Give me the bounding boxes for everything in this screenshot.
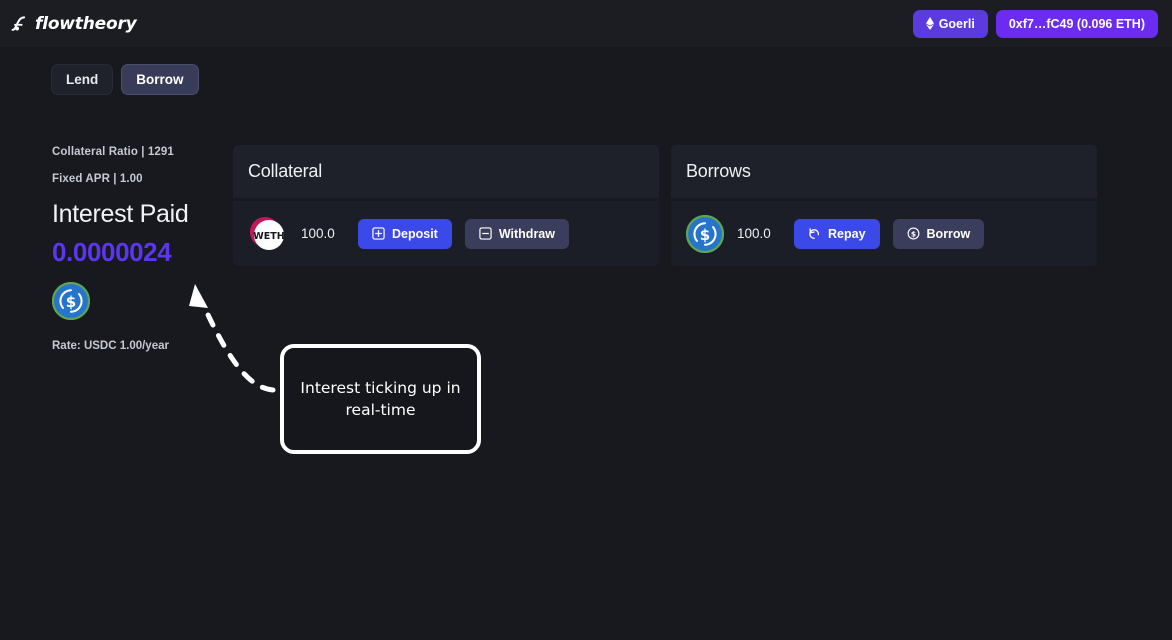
mode-tabs: Lend Borrow <box>51 64 199 95</box>
flowtheory-logo-icon <box>10 14 30 34</box>
borrows-card-header: Borrows <box>671 145 1097 198</box>
collateral-card: Collateral WETH 100.0 Deposit Withdraw <box>233 145 659 266</box>
borrows-title: Borrows <box>686 161 751 181</box>
repay-label: Repay <box>828 226 866 241</box>
tab-lend[interactable]: Lend <box>51 64 114 95</box>
network-selector-button[interactable]: Goerli <box>912 9 988 38</box>
repay-button[interactable]: Repay <box>794 218 880 249</box>
usdc-token-icon: $ <box>686 214 724 253</box>
collateral-card-header: Collateral <box>233 145 659 198</box>
top-bar-actions: Goerli 0xf7…fC49 (0.096 ETH) <box>912 9 1158 38</box>
deposit-label: Deposit <box>392 226 438 241</box>
brand-name: flowtheory <box>35 13 137 34</box>
annotation-text: Interest ticking up in real-time <box>300 378 461 419</box>
tab-borrow[interactable]: Borrow <box>121 64 199 95</box>
top-bar: flowtheory Goerli 0xf7…fC49 (0.096 ETH) <box>0 0 1172 47</box>
borrows-card: Borrows $ 100.0 Repay $ Borrow <box>671 145 1097 266</box>
network-label: Goerli <box>938 16 975 31</box>
borrow-label: Borrow <box>926 226 971 241</box>
withdraw-label: Withdraw <box>498 226 555 241</box>
collateral-title: Collateral <box>248 161 323 181</box>
fixed-apr-stat: Fixed APR | 1.00 <box>52 173 143 185</box>
borrow-button[interactable]: $ Borrow <box>892 218 985 249</box>
table-row: WETH 100.0 Deposit Withdraw <box>233 201 659 266</box>
svg-text:$: $ <box>910 230 915 239</box>
svg-text:$: $ <box>66 293 76 311</box>
usdc-token-icon: $ <box>52 282 232 320</box>
svg-text:WETH: WETH <box>253 231 284 242</box>
interest-paid-label: Interest Paid <box>52 200 189 228</box>
ethereum-diamond-icon <box>925 17 934 30</box>
deposit-button[interactable]: Deposit <box>358 218 452 249</box>
withdraw-button[interactable]: Withdraw <box>464 218 569 249</box>
svg-text:$: $ <box>700 226 710 244</box>
minus-square-icon <box>479 227 492 240</box>
interest-paid-value: 0.0000024 <box>52 237 172 267</box>
plus-square-icon <box>372 227 385 240</box>
collateral-ratio-stat: Collateral Ratio | 1291 <box>52 146 174 158</box>
dollar-circle-icon: $ <box>907 227 920 240</box>
annotation-callout: Interest ticking up in real-time <box>280 344 481 454</box>
table-row: $ 100.0 Repay $ Borrow <box>671 201 1097 266</box>
borrow-amount: 100.0 <box>737 226 771 241</box>
rate-label: Rate: USDC 1.00/year <box>52 340 169 352</box>
brand-logo[interactable]: flowtheory <box>10 14 137 34</box>
collateral-amount: 100.0 <box>301 226 335 241</box>
undo-arrow-icon <box>808 227 821 240</box>
account-button[interactable]: 0xf7…fC49 (0.096 ETH) <box>995 9 1158 38</box>
weth-token-icon: WETH <box>248 214 288 254</box>
position-summary: Collateral Ratio | 1291 Fixed APR | 1.00… <box>52 146 232 352</box>
